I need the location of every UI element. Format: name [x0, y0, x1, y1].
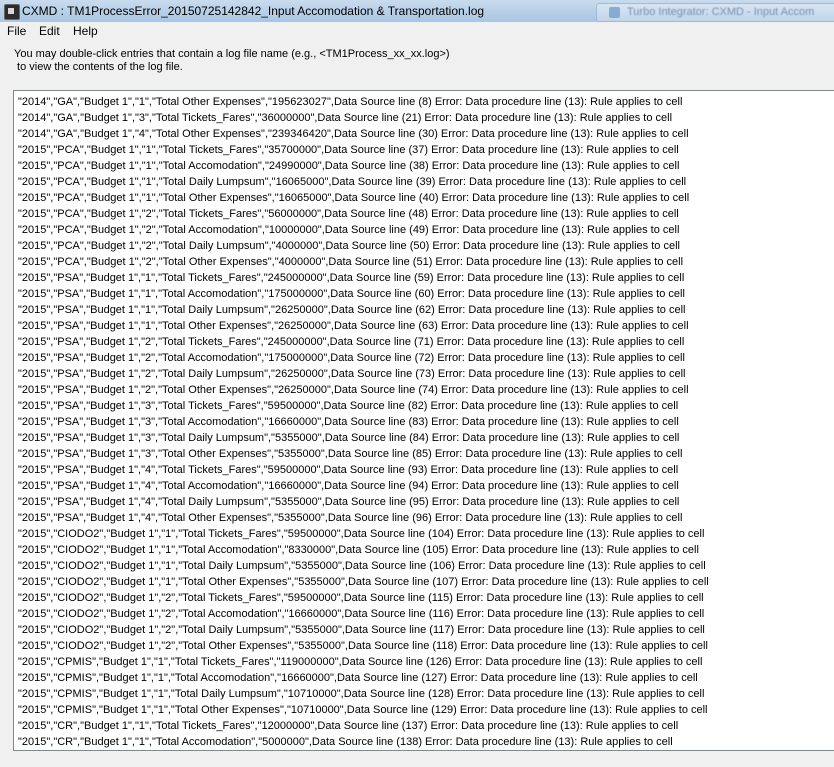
background-window-title: Turbo Integrator: CXMD - Input Accom: [627, 6, 815, 18]
log-entry[interactable]: "2015","PSA","Budget 1","3","Total Accom…: [18, 414, 709, 430]
window-title: CXMD : TM1ProcessError_20150725142842_In…: [22, 4, 485, 18]
menu-bar: File Edit Help: [0, 22, 834, 40]
log-entry[interactable]: "2014","GA","Budget 1","4","Total Other …: [18, 126, 709, 142]
log-entry[interactable]: "2015","CPMIS","Budget 1","1","Total Oth…: [18, 702, 709, 718]
log-entry[interactable]: "2015","PCA","Budget 1","2","Total Ticke…: [18, 206, 709, 222]
log-entry[interactable]: "2015","CPMIS","Budget 1","1","Total Acc…: [18, 670, 709, 686]
log-entry[interactable]: "2015","PSA","Budget 1","1","Total Accom…: [18, 286, 709, 302]
log-entry[interactable]: "2015","PSA","Budget 1","2","Total Other…: [18, 382, 709, 398]
log-entry[interactable]: "2015","CIODO2","Budget 1","1","Total Da…: [18, 558, 709, 574]
app-icon: [4, 4, 20, 20]
log-entry[interactable]: "2015","PCA","Budget 1","2","Total Other…: [18, 254, 709, 270]
instruction-text: You may double-click entries that contai…: [14, 48, 714, 74]
log-entry[interactable]: "2015","CIODO2","Budget 1","1","Total Ot…: [18, 574, 709, 590]
log-entry[interactable]: "2015","CIODO2","Budget 1","2","Total Ti…: [18, 590, 709, 606]
log-entry[interactable]: "2015","PSA","Budget 1","2","Total Accom…: [18, 350, 709, 366]
menu-file[interactable]: File: [7, 24, 26, 38]
background-window-tab[interactable]: Turbo Integrator: CXMD - Input Accom: [596, 3, 834, 22]
log-entry[interactable]: "2015","CPMIS","Budget 1","1","Total Dai…: [18, 686, 709, 702]
log-entry[interactable]: "2015","PSA","Budget 1","1","Total Daily…: [18, 302, 709, 318]
log-entry[interactable]: "2015","CIODO2","Budget 1","2","Total Ot…: [18, 638, 709, 654]
log-entry[interactable]: "2015","PSA","Budget 1","1","Total Ticke…: [18, 270, 709, 286]
log-entries-list[interactable]: "2014","GA","Budget 1","1","Total Other …: [13, 90, 834, 751]
log-entry[interactable]: "2015","PSA","Budget 1","4","Total Ticke…: [18, 462, 709, 478]
title-bar[interactable]: CXMD : TM1ProcessError_20150725142842_In…: [0, 0, 834, 23]
log-entry[interactable]: "2015","PCA","Budget 1","1","Total Ticke…: [18, 142, 709, 158]
log-entry[interactable]: "2015","PSA","Budget 1","2","Total Ticke…: [18, 334, 709, 350]
log-entry[interactable]: "2015","CIODO2","Budget 1","2","Total Ac…: [18, 606, 709, 622]
log-entry[interactable]: "2015","CPMIS","Budget 1","1","Total Tic…: [18, 654, 709, 670]
log-entry[interactable]: "2015","PSA","Budget 1","4","Total Other…: [18, 510, 709, 526]
log-entry[interactable]: "2015","PSA","Budget 1","3","Total Other…: [18, 446, 709, 462]
menu-edit[interactable]: Edit: [39, 24, 60, 38]
log-entry[interactable]: "2015","PSA","Budget 1","2","Total Daily…: [18, 366, 709, 382]
log-entry[interactable]: "2015","CIODO2","Budget 1","1","Total Ac…: [18, 542, 709, 558]
log-entry[interactable]: "2015","CIODO2","Budget 1","1","Total Ti…: [18, 526, 709, 542]
log-entry[interactable]: "2015","CIODO2","Budget 1","2","Total Da…: [18, 622, 709, 638]
log-entry[interactable]: "2015","CR","Budget 1","1","Total Ticket…: [18, 718, 709, 734]
log-entry[interactable]: "2015","CR","Budget 1","1","Total Accomo…: [18, 734, 709, 750]
log-entry[interactable]: "2015","PSA","Budget 1","4","Total Accom…: [18, 478, 709, 494]
log-entry[interactable]: "2015","PSA","Budget 1","3","Total Daily…: [18, 430, 709, 446]
instruction-line: to view the contents of the log file.: [14, 61, 183, 73]
instruction-line: You may double-click entries that contai…: [14, 48, 450, 60]
log-entry[interactable]: "2014","GA","Budget 1","3","Total Ticket…: [18, 110, 709, 126]
log-entry[interactable]: "2015","PSA","Budget 1","3","Total Ticke…: [18, 398, 709, 414]
log-entry[interactable]: "2014","GA","Budget 1","1","Total Other …: [18, 94, 709, 110]
log-entry[interactable]: "2015","PSA","Budget 1","1","Total Other…: [18, 318, 709, 334]
log-entry[interactable]: "2015","PCA","Budget 1","2","Total Accom…: [18, 222, 709, 238]
log-entries-container: "2014","GA","Budget 1","1","Total Other …: [18, 94, 709, 750]
log-entry[interactable]: "2015","PSA","Budget 1","4","Total Daily…: [18, 494, 709, 510]
log-entry[interactable]: "2015","PCA","Budget 1","1","Total Other…: [18, 190, 709, 206]
log-entry[interactable]: "2015","PCA","Budget 1","2","Total Daily…: [18, 238, 709, 254]
turbo-integrator-icon: [609, 7, 620, 18]
log-entry[interactable]: "2015","PCA","Budget 1","1","Total Daily…: [18, 174, 709, 190]
menu-help[interactable]: Help: [73, 24, 98, 38]
log-entry[interactable]: "2015","PCA","Budget 1","1","Total Accom…: [18, 158, 709, 174]
